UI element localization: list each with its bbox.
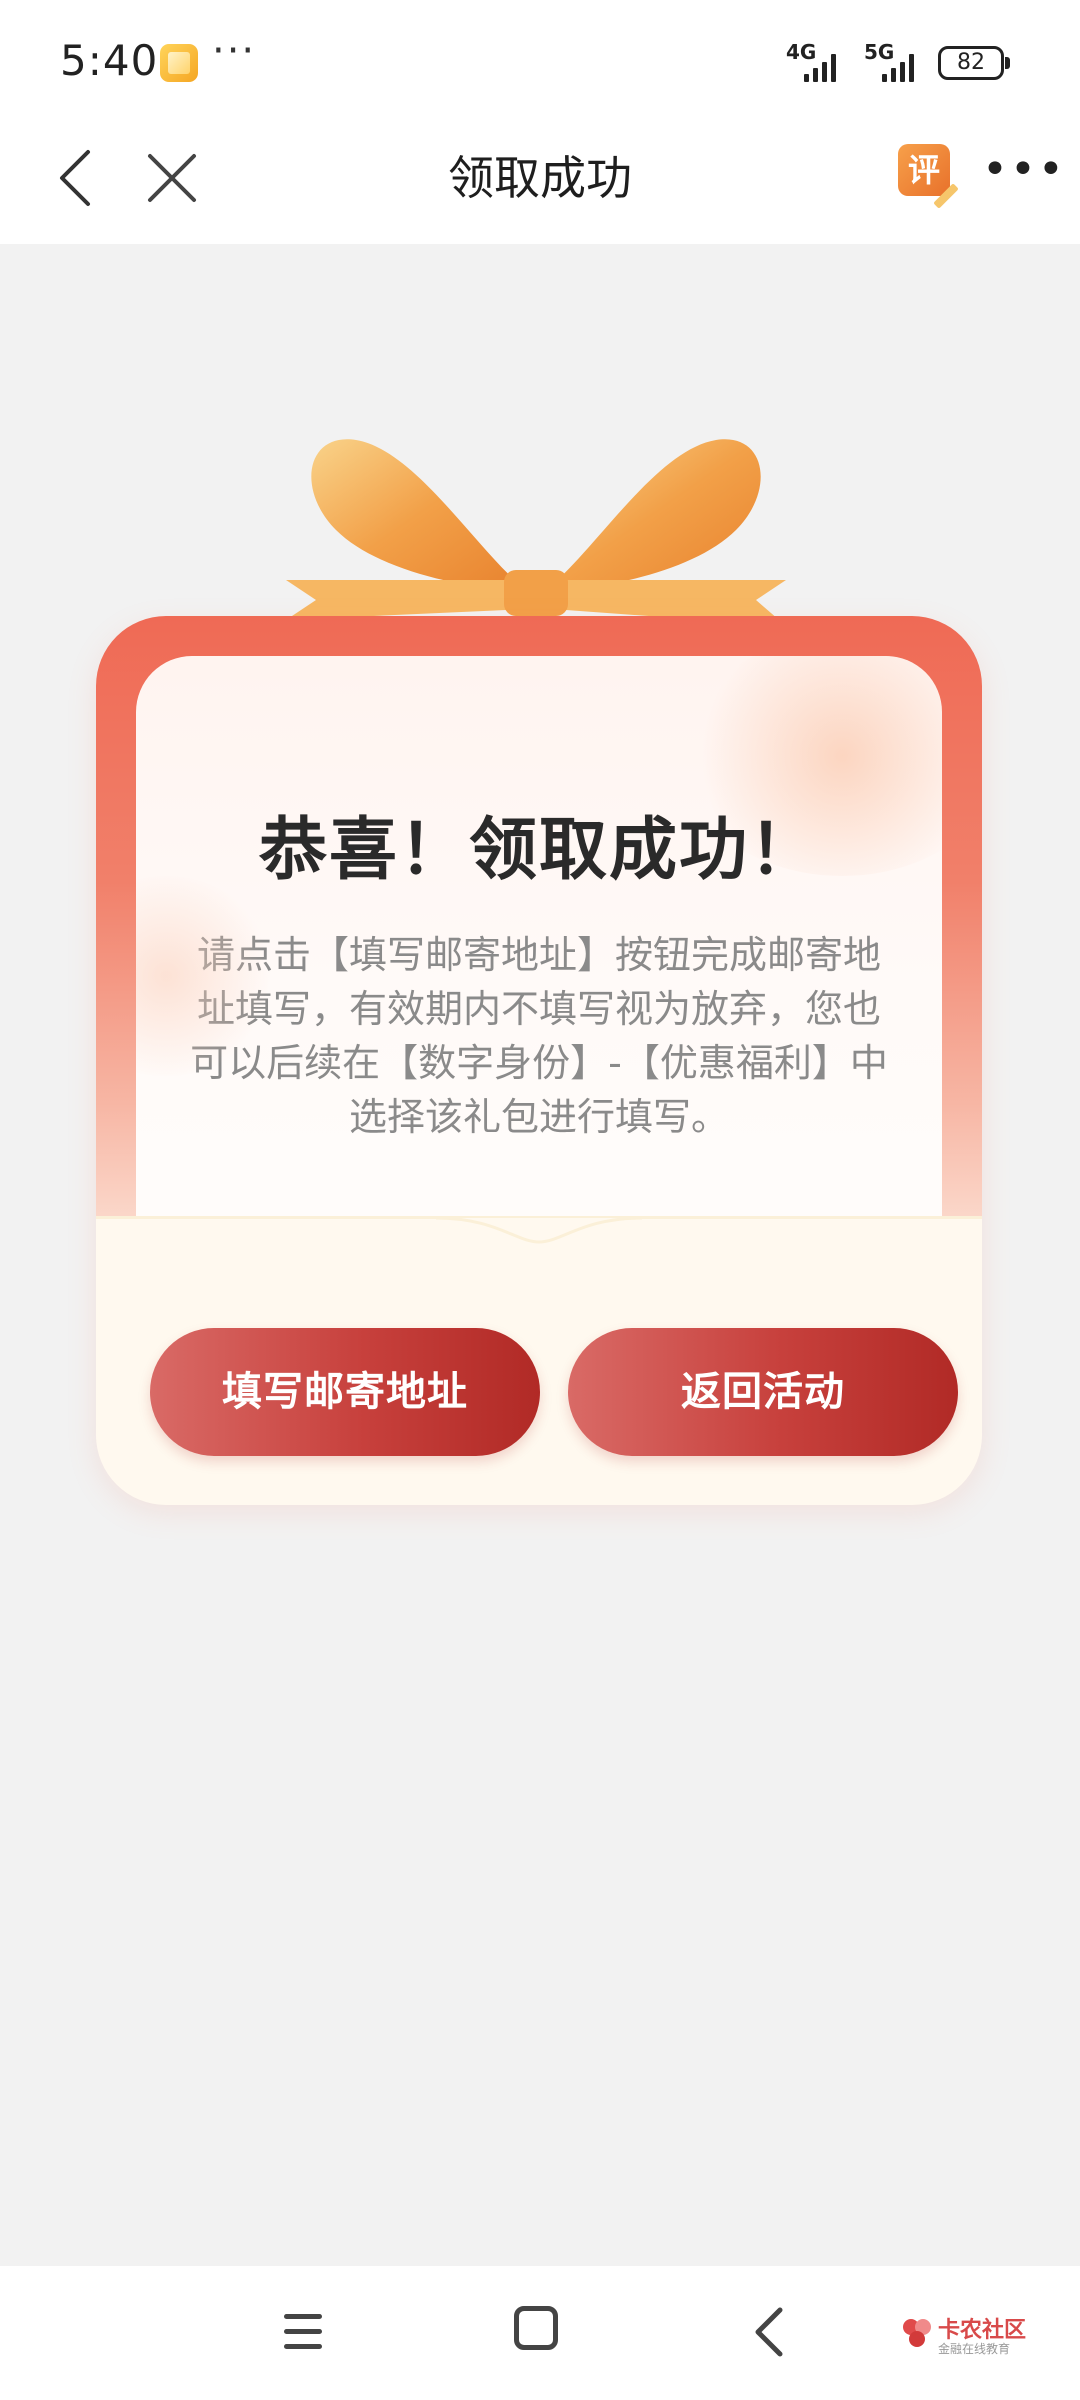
watermark-logo-icon [903, 2319, 931, 2347]
return-activity-button[interactable]: 返回活动 [568, 1328, 958, 1456]
status-time: 5:40 [60, 36, 159, 85]
ribbon-bow-icon [286, 439, 786, 626]
gift-card: 恭喜！领取成功！ 请点击【填写邮寄地址】按钮完成邮寄地址填写，有效期内不填写视为… [96, 430, 982, 1510]
status-more-icon: ··· [212, 28, 257, 74]
review-icon[interactable]: 评 [898, 144, 950, 196]
menu-icon[interactable] [280, 2308, 328, 2356]
home-icon[interactable] [514, 2306, 558, 2350]
success-heading: 恭喜！领取成功！ [258, 811, 819, 890]
more-dots-icon[interactable]: ••• [982, 144, 1064, 204]
battery-icon: 82 [938, 46, 1010, 80]
status-bar: 5:40 ··· 4G 5G 82 [0, 0, 1080, 118]
card-notch [436, 1216, 642, 1244]
success-description: 请点击【填写邮寄地址】按钮完成邮寄地址填写，有效期内不填写视为放弃，您也可以后续… [190, 933, 888, 1139]
card-content: 恭喜！领取成功！ 请点击【填写邮寄地址】按钮完成邮寄地址填写，有效期内不填写视为… [136, 656, 942, 1276]
battery-level: 82 [957, 50, 985, 75]
system-nav-bar: 卡农社区 金融在线教育 [0, 2266, 1080, 2400]
back-icon[interactable] [746, 2302, 794, 2362]
nav-bar: 领取成功 评 ••• [0, 118, 1080, 244]
fill-address-button[interactable]: 填写邮寄地址 [150, 1328, 540, 1456]
notification-app-icon [160, 44, 198, 82]
watermark: 卡农社区 金融在线教育 [900, 2312, 1060, 2362]
card-frame: 恭喜！领取成功！ 请点击【填写邮寄地址】按钮完成邮寄地址填写，有效期内不填写视为… [96, 616, 982, 1505]
watermark-subtitle: 金融在线教育 [938, 2342, 1011, 2356]
